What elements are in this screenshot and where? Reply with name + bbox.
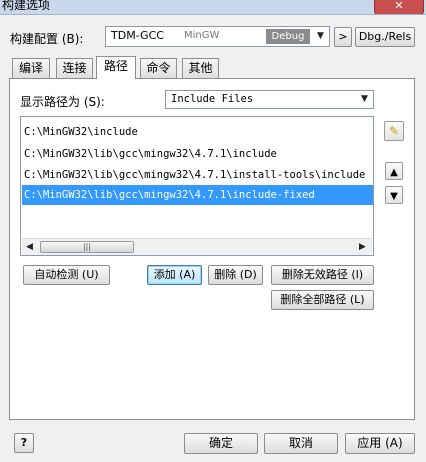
tab-other[interactable]: 其他 xyxy=(182,58,219,78)
list-item-selected[interactable]: C:\MinGW32\lib\gcc\mingw32\4.7.1\include… xyxy=(22,185,373,205)
close-button[interactable]: ✕ xyxy=(374,0,424,14)
show-paths-label: 显示路径为 (S): xyxy=(20,95,105,109)
cancel-button[interactable]: 取消 xyxy=(264,433,338,454)
toolchain-name: MinGW xyxy=(184,30,220,41)
ok-button[interactable]: 确定 xyxy=(184,433,258,454)
tab-link[interactable]: 连接 xyxy=(56,58,93,78)
arrow-down-icon: ▼ xyxy=(390,191,398,202)
help-button[interactable]: ? xyxy=(14,433,34,453)
build-config-select[interactable]: TDM-GCC MinGW Debug ▼ xyxy=(105,26,330,47)
add-button[interactable]: 添加 (A) xyxy=(147,265,202,285)
tab-compile[interactable]: 编译 xyxy=(12,58,50,78)
mode-badge: Debug xyxy=(266,29,310,44)
list-item[interactable]: C:\MinGW32\include xyxy=(24,122,138,142)
delete-all-paths-button[interactable]: 删除全部路径 (L) xyxy=(271,290,374,310)
tab-commands[interactable]: 命令 xyxy=(140,58,177,78)
delete-invalid-paths-button[interactable]: 删除无效路径 (I) xyxy=(271,265,374,285)
path-type-value: Include Files xyxy=(171,93,254,105)
compiler-name: TDM-GCC xyxy=(111,29,164,42)
arrow-up-icon: ▲ xyxy=(390,167,398,178)
horizontal-scrollbar[interactable]: ◀ ||| ▶ xyxy=(22,238,372,255)
pencil-icon: ✎ xyxy=(388,124,400,138)
title-bar: 构建选项 ✕ xyxy=(0,0,426,15)
tab-paths[interactable]: 路径 xyxy=(96,56,136,79)
move-up-button[interactable]: ▲ xyxy=(385,162,403,180)
list-item[interactable]: C:\MinGW32\lib\gcc\mingw32\4.7.1\include xyxy=(24,144,277,164)
path-type-select[interactable]: Include Files ▼ xyxy=(165,90,374,109)
dbg-rels-button[interactable]: Dbg./Rels xyxy=(355,27,415,47)
scroll-right-icon[interactable]: ▶ xyxy=(359,242,366,252)
window-title: 构建选项 xyxy=(2,0,51,12)
auto-detect-button[interactable]: 自动检测 (U) xyxy=(23,265,110,285)
delete-button[interactable]: 删除 (D) xyxy=(208,265,263,285)
build-config-label: 构建配置 (B): xyxy=(10,32,84,46)
move-down-button[interactable]: ▼ xyxy=(385,186,403,204)
next-config-button[interactable]: > xyxy=(334,27,352,47)
chevron-down-icon: ▼ xyxy=(361,94,368,104)
chevron-down-icon: ▼ xyxy=(317,31,324,41)
edit-button[interactable]: ✎ xyxy=(384,121,404,141)
scroll-left-icon[interactable]: ◀ xyxy=(26,242,33,252)
apply-button[interactable]: 应用 (A) xyxy=(345,433,415,454)
help-icon: ? xyxy=(20,436,28,449)
path-list[interactable]: C:\MinGW32\include C:\MinGW32\lib\gcc\mi… xyxy=(20,116,374,256)
list-item[interactable]: C:\MinGW32\lib\gcc\mingw32\4.7.1\install… xyxy=(24,165,365,185)
scroll-thumb[interactable]: ||| xyxy=(40,241,134,253)
